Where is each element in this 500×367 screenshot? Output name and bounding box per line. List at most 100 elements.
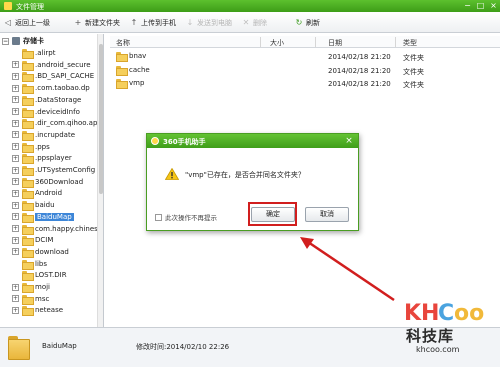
tree-item[interactable]: + DCIM: [12, 235, 53, 247]
tree-item[interactable]: +360Download: [12, 177, 83, 188]
tree-scrollbar[interactable]: [97, 34, 103, 327]
file-type: 文件夹: [403, 81, 424, 89]
tree-item[interactable]: + .BD_SAPI_CACHE: [12, 71, 95, 83]
expand-icon[interactable]: +: [12, 248, 19, 256]
send-to-pc-button[interactable]: ↓ 发送到电脑: [186, 17, 232, 29]
folder-icon: [22, 72, 34, 83]
cancel-button[interactable]: 取消: [305, 207, 349, 222]
red-arrow-annotation: [300, 237, 395, 302]
folder-icon: [22, 212, 34, 223]
tree-item-label: libs: [35, 259, 47, 268]
expand-icon[interactable]: +: [12, 72, 19, 80]
upload-to-phone-button[interactable]: ↑ 上传到手机: [130, 17, 176, 29]
expand-icon[interactable]: +: [12, 84, 19, 92]
folder-icon: [22, 130, 34, 141]
tree-item[interactable]: libs: [12, 259, 47, 270]
expand-icon[interactable]: +: [12, 61, 19, 69]
tree-item[interactable]: + moji: [12, 282, 50, 293]
delete-button[interactable]: ✕ 删除: [242, 17, 267, 29]
expand-icon[interactable]: +: [12, 225, 19, 232]
maximize-button[interactable]: □: [474, 1, 487, 11]
tree-item-label: msc: [35, 294, 50, 303]
tree-item[interactable]: + download: [12, 247, 69, 258]
new-folder-button[interactable]: + 新建文件夹: [74, 17, 120, 29]
file-date: 2014/02/18 21:20: [328, 53, 391, 61]
tree-item[interactable]: + BaiduMap: [12, 212, 74, 223]
expand-icon[interactable]: +: [12, 178, 19, 186]
expand-icon[interactable]: +: [12, 213, 19, 221]
file-type: 文件夹: [403, 54, 424, 62]
tree-item[interactable]: + netease: [12, 305, 63, 317]
refresh-button[interactable]: ↻ 刷新: [295, 17, 320, 29]
expand-icon[interactable]: +: [12, 201, 19, 209]
file-row[interactable]: vmp 2014/02/18 21:20 文件夹: [110, 78, 500, 90]
expand-icon: [12, 271, 19, 279]
folder-icon: [22, 236, 34, 247]
360-logo-icon: [151, 137, 159, 145]
collapse-icon[interactable]: −: [2, 37, 9, 45]
close-button[interactable]: ×: [487, 1, 500, 11]
tree-item[interactable]: + com.happy.chines: [12, 224, 98, 235]
expand-icon[interactable]: +: [12, 306, 19, 314]
column-size[interactable]: 大小: [270, 38, 284, 48]
file-name: cache: [129, 65, 150, 74]
expand-icon[interactable]: +: [12, 166, 19, 174]
expand-icon[interactable]: +: [12, 143, 19, 151]
folder-icon: [22, 271, 34, 282]
column-date[interactable]: 日期: [328, 38, 342, 48]
folder-icon: [22, 60, 34, 71]
tree-item-label: .BD_SAPI_CACHE: [35, 72, 95, 81]
back-button[interactable]: ◁ 返回上一级: [4, 17, 50, 29]
expand-icon[interactable]: +: [12, 154, 19, 162]
dialog-close-icon[interactable]: ×: [343, 135, 355, 147]
tree-item[interactable]: + .DataStorage: [12, 95, 81, 106]
tree-item[interactable]: + .android_secure: [12, 60, 91, 71]
svg-text:oo: oo: [454, 301, 484, 326]
expand-icon[interactable]: +: [12, 131, 19, 139]
tree-scrollbar-thumb[interactable]: [99, 44, 103, 194]
expand-icon[interactable]: +: [12, 283, 19, 291]
expand-icon[interactable]: +: [12, 236, 19, 244]
tree-item[interactable]: + .dir_com.qihoo.ap: [12, 118, 97, 130]
expand-icon[interactable]: +: [12, 119, 19, 127]
tree-item[interactable]: .alirpt: [12, 48, 55, 59]
download-icon: ↓: [186, 18, 194, 27]
tree-item[interactable]: + .UTSystemConfig: [12, 165, 95, 176]
upload-label: 上传到手机: [141, 19, 176, 27]
column-name[interactable]: 名称: [116, 38, 130, 48]
column-type[interactable]: 类型: [403, 38, 417, 48]
tree-item[interactable]: + Android: [12, 188, 62, 200]
tree-item[interactable]: + .deviceidInfo: [12, 107, 80, 118]
checkbox-box[interactable]: [155, 213, 162, 221]
warning-icon: [165, 168, 179, 180]
tree-item-label: .incrupdate: [35, 130, 75, 139]
expand-icon[interactable]: +: [12, 96, 19, 104]
tree-item[interactable]: + baidu: [12, 200, 55, 212]
file-name-cell: vmp: [116, 79, 144, 89]
expand-icon[interactable]: +: [12, 295, 19, 303]
confirm-button[interactable]: 确定: [251, 207, 295, 222]
tree-item[interactable]: + .pps: [12, 142, 50, 153]
app-icon: [4, 2, 12, 10]
expand-icon[interactable]: +: [12, 108, 19, 115]
tree-item[interactable]: + msc: [12, 294, 50, 305]
plus-icon: +: [74, 18, 82, 27]
expand-icon: [12, 260, 19, 268]
minimize-button[interactable]: −: [461, 1, 474, 11]
file-row[interactable]: bnav 2014/02/18 21:20 文件夹: [110, 51, 500, 63]
tree-item[interactable]: + .incrupdate: [12, 130, 75, 141]
tree-item[interactable]: + .ppsplayer: [12, 153, 72, 165]
tree-item[interactable]: LOST.DIR: [12, 270, 67, 282]
column-separator: [315, 37, 316, 47]
folder-icon: [116, 79, 128, 89]
file-row[interactable]: cache 2014/02/18 21:20 文件夹: [110, 65, 500, 77]
expand-icon: [12, 49, 19, 57]
dont-remind-checkbox[interactable]: 此次操作不再提示: [155, 212, 217, 222]
folder-icon: [22, 166, 34, 176]
watermark-text: 科技库: [406, 327, 455, 345]
tree-root-storage-card[interactable]: − 存储卡: [2, 36, 44, 46]
expand-icon[interactable]: +: [12, 189, 19, 197]
tree-item[interactable]: + .com.taobao.dp: [12, 83, 90, 95]
folder-icon: [22, 107, 34, 118]
delete-x-icon: ✕: [242, 18, 250, 27]
